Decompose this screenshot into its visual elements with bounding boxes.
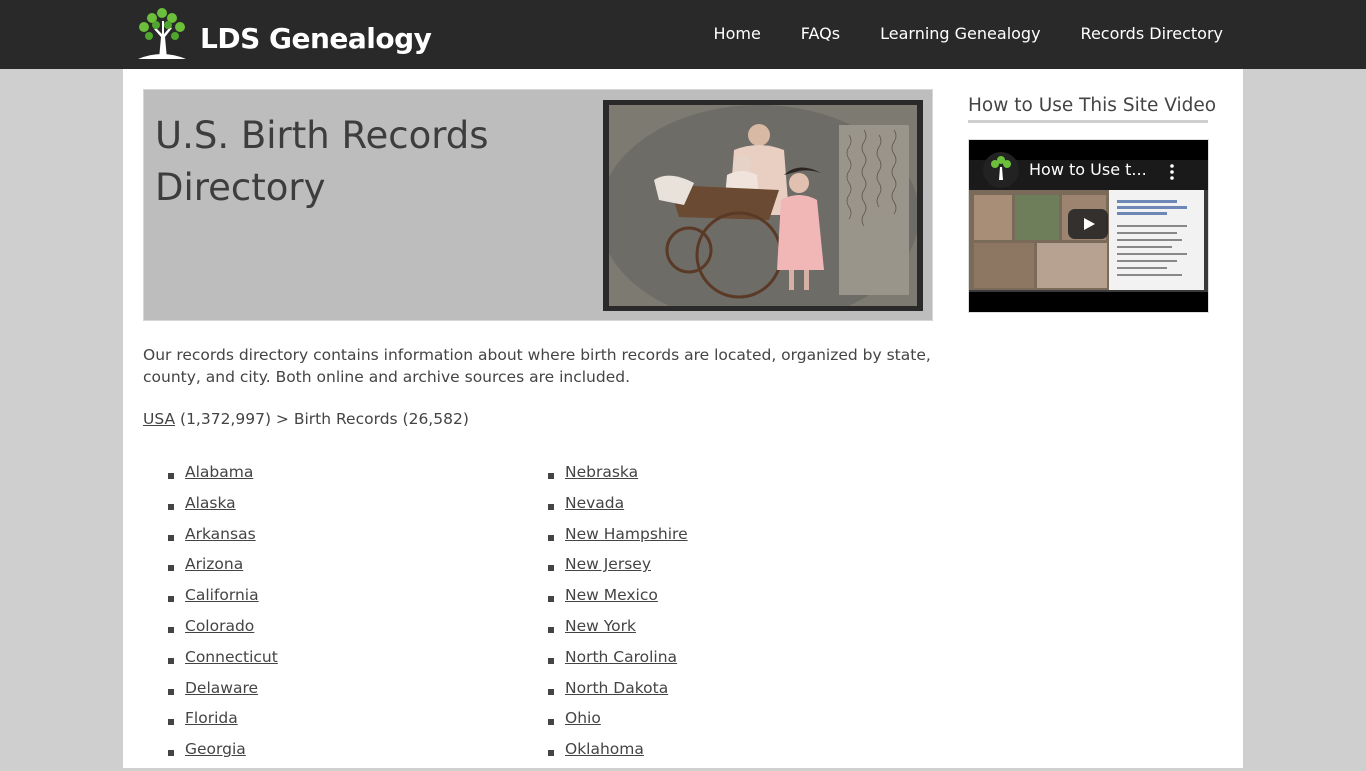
nav-home[interactable]: Home bbox=[714, 24, 761, 43]
breadcrumb-current: (1,372,997) > Birth Records (26,582) bbox=[180, 410, 469, 428]
list-item: Florida bbox=[168, 709, 278, 740]
tree-logo-icon bbox=[138, 8, 186, 59]
page-title: U.S. Birth Records Directory bbox=[155, 114, 489, 209]
nav-faqs[interactable]: FAQs bbox=[801, 24, 840, 43]
state-link[interactable]: New Mexico bbox=[565, 586, 658, 604]
list-item: North Carolina bbox=[548, 648, 688, 679]
state-list-right: Nebraska Nevada New Hampshire New Jersey… bbox=[548, 463, 688, 771]
play-icon[interactable] bbox=[1068, 209, 1108, 239]
list-item: Connecticut bbox=[168, 648, 278, 679]
list-item: Nevada bbox=[548, 494, 688, 525]
list-item: California bbox=[168, 586, 278, 617]
state-link[interactable]: Oklahoma bbox=[565, 740, 644, 758]
state-link[interactable]: Colorado bbox=[185, 617, 254, 635]
state-link[interactable]: Ohio bbox=[565, 709, 601, 727]
vintage-postcard-image bbox=[609, 105, 917, 306]
state-link[interactable]: Nevada bbox=[565, 494, 624, 512]
main-nav: Home FAQs Learning Genealogy Records Dir… bbox=[674, 24, 1223, 43]
list-item: Colorado bbox=[168, 617, 278, 648]
nav-records-directory[interactable]: Records Directory bbox=[1081, 24, 1223, 43]
list-item: North Dakota bbox=[548, 679, 688, 710]
list-item: Alabama bbox=[168, 463, 278, 494]
state-link[interactable]: North Carolina bbox=[565, 648, 677, 666]
list-item: New York bbox=[548, 617, 688, 648]
list-item: Oklahoma bbox=[548, 740, 688, 771]
list-item: Georgia bbox=[168, 740, 278, 771]
site-logo-text: LDS Genealogy bbox=[200, 21, 432, 55]
video-embed[interactable]: How to Use t... bbox=[968, 139, 1209, 313]
main-content: U.S. Birth Records Directory Our records… bbox=[123, 69, 1243, 768]
state-link[interactable]: Georgia bbox=[185, 740, 246, 758]
state-link[interactable]: California bbox=[185, 586, 259, 604]
site-header: LDS Genealogy Home FAQs Learning Genealo… bbox=[0, 0, 1366, 69]
list-item: Ohio bbox=[548, 709, 688, 740]
video-title: How to Use t... bbox=[1029, 160, 1147, 179]
breadcrumb-usa-link[interactable]: USA bbox=[143, 410, 175, 428]
list-item: Nebraska bbox=[548, 463, 688, 494]
list-item: Delaware bbox=[168, 679, 278, 710]
list-item: Arkansas bbox=[168, 525, 278, 556]
state-link[interactable]: New Hampshire bbox=[565, 525, 688, 543]
hero-photo bbox=[603, 100, 923, 311]
hero-banner: U.S. Birth Records Directory bbox=[143, 89, 933, 321]
state-link[interactable]: Nebraska bbox=[565, 463, 638, 481]
list-item: New Mexico bbox=[548, 586, 688, 617]
site-logo[interactable]: LDS Genealogy bbox=[132, 7, 432, 61]
list-item: New Jersey bbox=[548, 555, 688, 586]
nav-learning-genealogy[interactable]: Learning Genealogy bbox=[880, 24, 1040, 43]
state-link[interactable]: Delaware bbox=[185, 679, 258, 697]
state-link[interactable]: New Jersey bbox=[565, 555, 651, 573]
list-item: New Hampshire bbox=[548, 525, 688, 556]
sidebar-video-heading: How to Use This Site Video bbox=[968, 95, 1216, 123]
state-link[interactable]: Alaska bbox=[185, 494, 236, 512]
state-link[interactable]: Arkansas bbox=[185, 525, 256, 543]
state-link[interactable]: Florida bbox=[185, 709, 238, 727]
state-link[interactable]: Alabama bbox=[185, 463, 253, 481]
state-link[interactable]: Arizona bbox=[185, 555, 243, 573]
state-list-left: Alabama Alaska Arkansas Arizona Californ… bbox=[168, 463, 278, 771]
list-item: Alaska bbox=[168, 494, 278, 525]
list-item: Arizona bbox=[168, 555, 278, 586]
intro-text: Our records directory contains informati… bbox=[143, 346, 931, 386]
state-link[interactable]: North Dakota bbox=[565, 679, 668, 697]
state-link[interactable]: New York bbox=[565, 617, 636, 635]
breadcrumb: USA (1,372,997) > Birth Records (26,582) bbox=[143, 410, 469, 428]
state-link[interactable]: Connecticut bbox=[185, 648, 278, 666]
